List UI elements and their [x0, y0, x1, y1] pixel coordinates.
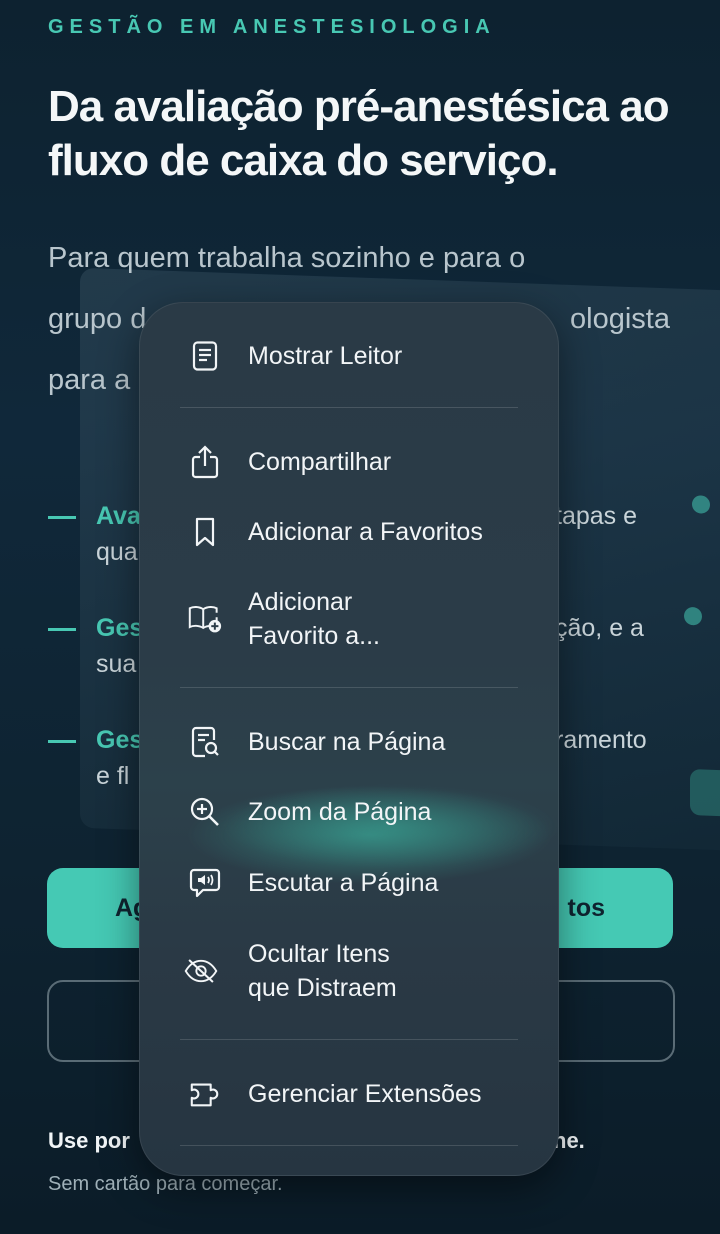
lead-line-1: Para quem trabalha sozinho e para o: [48, 242, 526, 274]
bookmark-icon: [188, 515, 222, 549]
share-icon: [188, 445, 222, 479]
page-menu: Mostrar Leitor Compartilhar Adicionar a …: [139, 302, 559, 1176]
find-on-page-icon: [188, 725, 222, 759]
menu-item-show-reader[interactable]: Mostrar Leitor: [140, 339, 558, 373]
menu-item-label-line1: Adicionar: [248, 588, 353, 616]
eyebrow-label: GESTÃO EM ANESTESIOLOGIA: [48, 16, 496, 38]
footnote-small: Sem cartão para começar.: [48, 1173, 283, 1195]
puzzle-icon: [188, 1077, 222, 1111]
menu-item-listen-page[interactable]: Escutar a Página: [140, 866, 558, 900]
menu-item-label-multiline: Ocultar Itens que Distraem: [248, 937, 538, 1005]
menu-item-hide-distractions[interactable]: Ocultar Itens que Distraem: [140, 937, 558, 1005]
feature-text: tapas e: [555, 502, 638, 530]
dash-marker: [48, 739, 76, 743]
menu-item-find-on-page[interactable]: Buscar na Página: [140, 725, 558, 759]
eye-slash-icon: [184, 954, 218, 988]
feature-title: Ges: [96, 614, 144, 642]
menu-separator: [180, 687, 518, 688]
menu-item-add-favorite[interactable]: Adicionar Favorito a...: [140, 585, 558, 653]
menu-item-label: Gerenciar Extensões: [248, 1080, 482, 1108]
dash-marker: [48, 515, 76, 519]
book-add-icon: [188, 602, 222, 636]
menu-item-label-line1: Ocultar Itens: [248, 940, 390, 968]
menu-separator: [180, 407, 518, 408]
menu-item-label: Zoom da Página: [248, 798, 432, 826]
lead-line-2-start: grupo d: [48, 303, 147, 335]
menu-item-page-zoom[interactable]: Zoom da Página: [140, 795, 558, 829]
menu-item-label: Adicionar a Favoritos: [248, 518, 483, 546]
footnote-bold: Use por: [48, 1128, 130, 1153]
menu-separator: [180, 1145, 518, 1146]
menu-item-share[interactable]: Compartilhar: [140, 445, 558, 479]
menu-separator: [180, 1039, 518, 1040]
menu-item-label-multiline: Adicionar Favorito a...: [248, 585, 538, 653]
feature-text: ramento: [555, 726, 647, 754]
zoom-in-icon: [188, 795, 222, 829]
menu-item-manage-extensions[interactable]: Gerenciar Extensões: [140, 1077, 558, 1111]
feature-text: ção, e a: [555, 614, 644, 642]
feature-title: Ava: [96, 502, 141, 530]
dash-marker: [48, 627, 76, 631]
menu-item-label-line2: Favorito a...: [248, 622, 380, 650]
menu-item-label: Escutar a Página: [248, 869, 439, 897]
speaker-bubble-icon: [188, 866, 222, 900]
check-icon: [692, 495, 710, 514]
lead-line-2-end: ologista: [570, 303, 670, 335]
primary-cta-label-end: tos: [567, 893, 606, 922]
screenshot-button: [690, 769, 720, 818]
menu-item-label-line2: que Distraem: [248, 974, 397, 1002]
menu-item-add-bookmark[interactable]: Adicionar a Favoritos: [140, 515, 558, 549]
menu-item-label: Compartilhar: [248, 448, 392, 476]
menu-item-label: Buscar na Página: [248, 728, 446, 756]
menu-item-label: Mostrar Leitor: [248, 342, 403, 370]
feature-title: Ges: [96, 726, 144, 754]
reader-icon: [188, 339, 222, 373]
page-title: Da avaliação pré-anestésica ao fluxo de …: [48, 82, 670, 185]
